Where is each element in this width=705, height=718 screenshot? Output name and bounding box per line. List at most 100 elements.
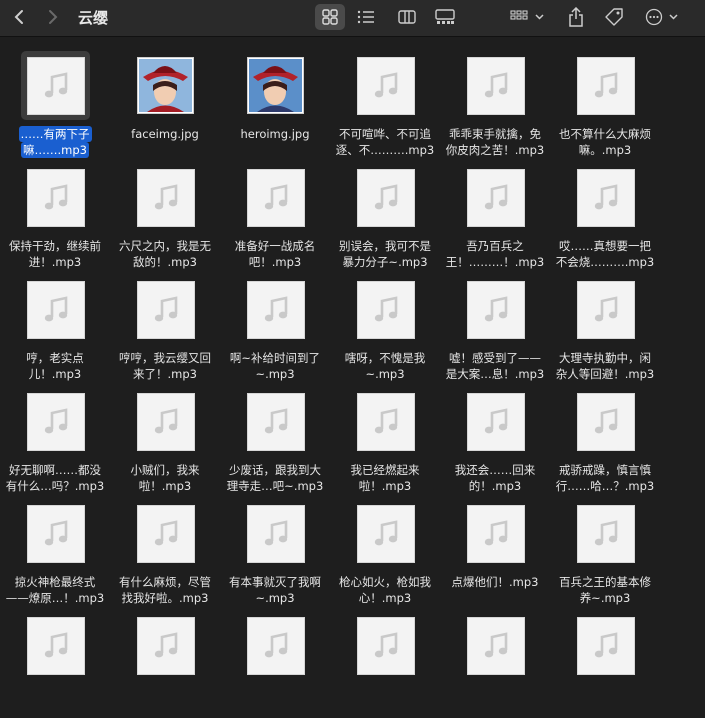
file-item-audio[interactable]: 掠火神枪最终式 ——燎原…！.mp3 [0, 494, 110, 606]
file-thumbnail[interactable] [461, 163, 530, 232]
file-thumbnail[interactable] [351, 51, 420, 120]
grid-view-icon[interactable] [315, 4, 345, 30]
file-name[interactable]: 哼哼，我云缨又回 来了！.mp3 [110, 350, 220, 382]
file-name[interactable]: 乖乖束手就擒，免 你皮肉之苦！.mp3 [440, 126, 550, 158]
file-item-audio[interactable]: 百兵之王的基本修 养~.mp3 [550, 494, 660, 606]
file-thumbnail[interactable] [131, 275, 200, 344]
file-item-audio[interactable]: 别误会，我可不是 暴力分子~.mp3 [330, 158, 440, 270]
gallery-view-icon[interactable] [431, 4, 459, 30]
file-item-audio[interactable]: 保持干劲，继续前 进！.mp3 [0, 158, 110, 270]
file-item-audio[interactable]: ……有两下子 嘛…….mp3 [0, 46, 110, 158]
file-thumbnail[interactable] [131, 387, 200, 456]
file-thumbnail[interactable] [571, 163, 640, 232]
file-name[interactable]: 不可喧哗、不可追 逐、不……….mp3 [330, 126, 440, 158]
file-item-audio[interactable]: 哼，老实点 儿！.mp3 [0, 270, 110, 382]
file-thumbnail[interactable] [571, 275, 640, 344]
file-thumbnail[interactable] [241, 275, 310, 344]
file-thumbnail[interactable] [241, 163, 310, 232]
file-name[interactable]: 点爆他们！.mp3 [440, 574, 550, 590]
file-item-audio[interactable]: 我已经燃起来 啦！.mp3 [330, 382, 440, 494]
file-item-audio[interactable]: 好无聊啊……都没 有什么…吗？.mp3 [0, 382, 110, 494]
file-thumbnail[interactable] [571, 611, 640, 680]
file-item-audio[interactable]: 大理寺执勤中，闲 杂人等回避！.mp3 [550, 270, 660, 382]
group-icon[interactable] [508, 4, 548, 30]
file-name[interactable]: 吾乃百兵之 王！………！.mp3 [440, 238, 550, 270]
file-thumbnail[interactable] [461, 275, 530, 344]
file-name[interactable]: 别误会，我可不是 暴力分子~.mp3 [330, 238, 440, 270]
share-icon[interactable] [564, 4, 588, 30]
file-thumbnail[interactable] [241, 611, 310, 680]
file-item-audio[interactable]: 准备好一战成名 吧！.mp3 [220, 158, 330, 270]
file-item-audio[interactable] [550, 606, 660, 718]
file-item-audio[interactable]: 嗐呀，不愧是我 ~.mp3 [330, 270, 440, 382]
file-item-audio[interactable] [330, 606, 440, 718]
file-name[interactable]: 有本事就灭了我啊 ~.mp3 [220, 574, 330, 606]
tag-icon[interactable] [601, 4, 627, 30]
file-item-audio[interactable]: 小贼们，我来 啦！.mp3 [110, 382, 220, 494]
file-thumbnail[interactable] [351, 499, 420, 568]
file-thumbnail[interactable] [131, 499, 200, 568]
file-name[interactable]: 枪心如火，枪如我 心！.mp3 [330, 574, 440, 606]
file-name[interactable]: 也不算什么大麻烦 嘛。.mp3 [550, 126, 660, 158]
file-item-audio[interactable]: 乖乖束手就擒，免 你皮肉之苦！.mp3 [440, 46, 550, 158]
file-thumbnail[interactable] [571, 51, 640, 120]
column-view-icon[interactable] [393, 4, 421, 30]
file-name[interactable]: ……有两下子 嘛…….mp3 [0, 126, 110, 158]
file-name[interactable]: 小贼们，我来 啦！.mp3 [110, 462, 220, 494]
file-name[interactable]: 六尺之内，我是无 敌的！.mp3 [110, 238, 220, 270]
file-name[interactable]: 嘘！感受到了—— 是大案…息！.mp3 [440, 350, 550, 382]
file-item-audio[interactable]: 戒骄戒躁，慎言慎 行……哈…？.mp3 [550, 382, 660, 494]
file-thumbnail[interactable] [461, 51, 530, 120]
file-name[interactable]: 我已经燃起来 啦！.mp3 [330, 462, 440, 494]
file-thumbnail[interactable] [461, 387, 530, 456]
file-item-audio[interactable] [110, 606, 220, 718]
file-item-audio[interactable] [220, 606, 330, 718]
file-name[interactable]: 大理寺执勤中，闲 杂人等回避！.mp3 [550, 350, 660, 382]
file-name[interactable]: 哼，老实点 儿！.mp3 [0, 350, 110, 382]
file-item-audio[interactable]: 啊~补给时间到了 ~.mp3 [220, 270, 330, 382]
file-thumbnail[interactable] [21, 387, 90, 456]
file-name[interactable]: 啊~补给时间到了 ~.mp3 [220, 350, 330, 382]
chevron-right-icon[interactable] [42, 4, 64, 30]
file-item-audio[interactable]: 哼哼，我云缨又回 来了！.mp3 [110, 270, 220, 382]
file-item-audio[interactable]: 有本事就灭了我啊 ~.mp3 [220, 494, 330, 606]
file-name[interactable]: 有什么麻烦，尽管 找我好啦。.mp3 [110, 574, 220, 606]
file-name[interactable]: 戒骄戒躁，慎言慎 行……哈…？.mp3 [550, 462, 660, 494]
file-thumbnail[interactable] [461, 611, 530, 680]
file-thumbnail[interactable] [131, 611, 200, 680]
file-name[interactable]: 嗐呀，不愧是我 ~.mp3 [330, 350, 440, 382]
more-icon[interactable] [643, 4, 683, 30]
file-item-audio[interactable]: 嘘！感受到了—— 是大案…息！.mp3 [440, 270, 550, 382]
file-thumbnail[interactable] [21, 51, 90, 120]
file-item-audio[interactable]: 点爆他们！.mp3 [440, 494, 550, 606]
file-name[interactable]: heroimg.jpg [220, 126, 330, 142]
file-thumbnail[interactable] [21, 611, 90, 680]
list-view-icon[interactable] [352, 4, 380, 30]
file-name[interactable]: 百兵之王的基本修 养~.mp3 [550, 574, 660, 606]
file-name[interactable]: 掠火神枪最终式 ——燎原…！.mp3 [0, 574, 110, 606]
file-thumbnail[interactable] [241, 51, 310, 120]
file-item-audio[interactable]: 吾乃百兵之 王！………！.mp3 [440, 158, 550, 270]
file-thumbnail[interactable] [351, 275, 420, 344]
file-item-image[interactable]: faceimg.jpg [110, 46, 220, 158]
file-thumbnail[interactable] [461, 499, 530, 568]
file-thumbnail[interactable] [351, 611, 420, 680]
file-item-audio[interactable]: 哎……真想要一把 不会烧……….mp3 [550, 158, 660, 270]
file-thumbnail[interactable] [131, 163, 200, 232]
file-name[interactable]: 保持干劲，继续前 进！.mp3 [0, 238, 110, 270]
file-thumbnail[interactable] [21, 275, 90, 344]
file-thumbnail[interactable] [571, 387, 640, 456]
file-name[interactable]: 哎……真想要一把 不会烧……….mp3 [550, 238, 660, 270]
chevron-left-icon[interactable] [8, 4, 30, 30]
file-name[interactable]: 少废话，跟我到大 理寺走…吧~.mp3 [220, 462, 330, 494]
file-name[interactable]: 好无聊啊……都没 有什么…吗？.mp3 [0, 462, 110, 494]
file-item-audio[interactable]: 枪心如火，枪如我 心！.mp3 [330, 494, 440, 606]
file-thumbnail[interactable] [241, 387, 310, 456]
file-item-audio[interactable]: 有什么麻烦，尽管 找我好啦。.mp3 [110, 494, 220, 606]
file-item-image[interactable]: heroimg.jpg [220, 46, 330, 158]
file-item-audio[interactable]: 六尺之内，我是无 敌的！.mp3 [110, 158, 220, 270]
file-thumbnail[interactable] [241, 499, 310, 568]
file-item-audio[interactable] [0, 606, 110, 718]
file-name[interactable]: 我还会……回来 的！.mp3 [440, 462, 550, 494]
file-thumbnail[interactable] [21, 163, 90, 232]
